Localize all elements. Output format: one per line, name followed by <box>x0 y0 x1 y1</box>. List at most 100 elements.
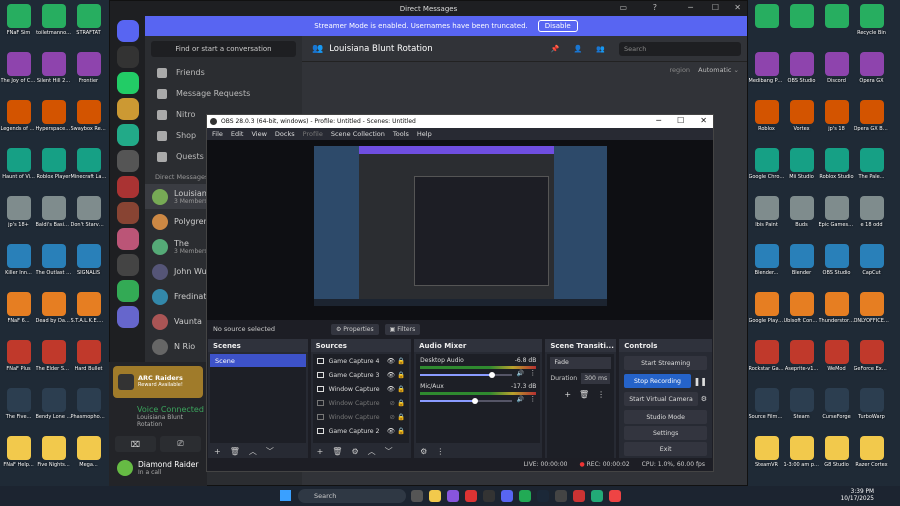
desktop-icon[interactable]: Rockstar Games... <box>748 336 785 384</box>
add-icon[interactable]: + <box>214 447 221 456</box>
minimize-icon[interactable]: ─ <box>656 116 661 125</box>
desktop-icon[interactable]: Discord <box>818 48 855 96</box>
taskbar-search[interactable]: Search <box>298 489 406 503</box>
volume-knob[interactable] <box>488 372 495 378</box>
more-icon[interactable]: ⋮ <box>529 369 536 377</box>
maximize-icon[interactable]: ☐ <box>712 3 719 12</box>
more-icon[interactable]: ⋮ <box>436 447 444 456</box>
source-item[interactable]: Window Capture ⊘ 🔒 <box>313 410 410 424</box>
desktop-icon[interactable]: Hard Bullet <box>70 336 107 384</box>
desktop-icon[interactable]: Source Filmmaker <box>748 384 785 432</box>
menu-item[interactable]: Profile <box>303 130 323 138</box>
opera-icon[interactable] <box>465 490 477 502</box>
promo-card[interactable]: ARC Raiders Reward Available! <box>113 366 203 398</box>
desktop-icon[interactable]: FNaF 6... <box>0 288 37 336</box>
more-icon[interactable]: ⋮ <box>597 390 605 399</box>
chevron-down-icon[interactable]: ﹀ <box>385 446 393 457</box>
visibility-icon[interactable]: 👁 🔒 <box>387 357 405 365</box>
source-item[interactable]: Window Capture ⊘ 🔒 <box>313 396 410 410</box>
desktop-icon[interactable]: Roblox Player <box>35 144 72 192</box>
nav-friends[interactable]: Friends <box>145 62 302 83</box>
desktop-icon[interactable] <box>818 0 855 48</box>
desktop-icon[interactable]: jp's 18 <box>818 96 855 144</box>
desktop-icon[interactable]: The Five... <box>0 384 37 432</box>
steam-icon[interactable] <box>537 490 549 502</box>
pause-icon[interactable]: ❚❚ <box>694 377 707 386</box>
menu-item[interactable]: Help <box>417 130 432 138</box>
desktop-icon[interactable]: Blender... <box>748 240 785 288</box>
desktop-icon[interactable]: Haunt of Vi... <box>0 144 37 192</box>
desktop-icon[interactable]: jp's 18+ <box>0 192 37 240</box>
desktop-icon[interactable]: CurseForge <box>818 384 855 432</box>
stop-recording-button[interactable]: Stop Recording <box>624 374 691 388</box>
trash-icon[interactable]: 🗑 <box>579 390 589 399</box>
desktop-icon[interactable]: Legends of Grotesque <box>0 96 37 144</box>
desktop-icon[interactable]: FNaF Help... <box>0 432 37 480</box>
server-icon[interactable] <box>116 202 139 224</box>
task-view-icon[interactable] <box>411 490 423 502</box>
desktop-icon[interactable]: Blender <box>783 240 820 288</box>
desktop-icon[interactable]: 1-3:00 am print <box>783 432 820 480</box>
speaker-icon[interactable]: 🔊 <box>517 396 524 403</box>
desktop-icon[interactable]: Killer Inn... <box>0 240 37 288</box>
desktop-icon[interactable]: Mii Studio <box>783 144 820 192</box>
chevron-up-icon[interactable]: ︿ <box>368 446 376 457</box>
desktop-icon[interactable]: Swaybox Reality <box>70 96 107 144</box>
desktop-icon[interactable]: STRAFTAT <box>70 0 107 48</box>
desktop-icon[interactable]: Dead by Daylight <box>35 288 72 336</box>
nav-message-requests[interactable]: Message Requests <box>145 83 302 104</box>
desktop-icon[interactable]: Hyperspace Golfer <box>35 96 72 144</box>
menu-item[interactable]: View <box>251 130 266 138</box>
desktop-icon[interactable]: Steam <box>783 384 820 432</box>
volume-slider[interactable] <box>420 398 512 404</box>
desktop-icon[interactable]: Recycle Bin <box>853 0 890 48</box>
more-icon[interactable]: ⋮ <box>529 395 536 403</box>
close-icon[interactable]: ✕ <box>700 116 707 125</box>
discord-home-icon[interactable] <box>116 20 139 42</box>
server-icon[interactable] <box>116 306 139 328</box>
server-icon[interactable] <box>116 150 139 172</box>
add-icon[interactable]: + <box>564 390 571 399</box>
desktop-icon[interactable]: Medibang Paint <box>748 48 785 96</box>
server-icon[interactable] <box>116 124 139 146</box>
start-virtual-camera-button[interactable]: Start Virtual Camera <box>624 392 698 406</box>
desktop-icon[interactable]: Thunderstore Mod Mana... <box>818 288 855 336</box>
search-input[interactable]: Search <box>619 41 741 56</box>
desktop-icon[interactable]: Ubisoft Connect <box>783 288 820 336</box>
start-streaming-button[interactable]: Start Streaming <box>624 356 707 370</box>
source-item[interactable]: Game Capture 2 👁 🔒 <box>313 424 410 438</box>
properties-button[interactable]: ⚙ Properties <box>331 323 379 335</box>
add-friends-icon[interactable]: 👤 <box>574 45 583 53</box>
source-item[interactable]: Game Capture 4 👁 🔒 <box>313 354 410 368</box>
desktop-icon[interactable]: The Outlast Trials <box>35 240 72 288</box>
volume-slider[interactable] <box>420 372 512 378</box>
gear-icon[interactable]: ⚙ <box>420 447 427 456</box>
visibility-icon[interactable]: 👁 🔒 <box>387 371 405 379</box>
xbox-icon[interactable] <box>519 490 531 502</box>
desktop-icon[interactable]: toiletmanno... <box>35 0 72 48</box>
gear-icon[interactable]: ⚙ <box>351 447 358 456</box>
preview-canvas[interactable] <box>207 140 713 320</box>
members-icon[interactable]: 👥 <box>596 45 605 53</box>
desktop-icon[interactable]: Aseprite-v1... <box>783 336 820 384</box>
desktop-icon[interactable]: G8 Studio <box>818 432 855 480</box>
trash-icon[interactable]: 🗑 <box>230 447 240 456</box>
desktop-icon[interactable]: Frontier <box>70 48 107 96</box>
desktop-icon[interactable]: Silent Hill 2... <box>35 48 72 96</box>
desktop-icon[interactable]: Mega... <box>70 432 107 480</box>
server-icon[interactable] <box>116 280 139 302</box>
duration-input[interactable]: 300 ms <box>581 373 611 384</box>
app-icon[interactable] <box>591 490 603 502</box>
desktop-icon[interactable]: CapCut <box>853 240 890 288</box>
desktop-icon[interactable] <box>783 0 820 48</box>
desktop-icon[interactable]: Opera GX Browser <box>853 96 890 144</box>
desktop-icon[interactable]: Roblox Studio <box>818 144 855 192</box>
gear-icon[interactable]: ⚙ <box>701 395 707 403</box>
server-icon[interactable] <box>116 228 139 250</box>
obs-icon[interactable] <box>555 490 567 502</box>
server-icon[interactable] <box>116 254 139 276</box>
taskbar-clock[interactable]: 3:39 PM 10/17/2025 <box>841 489 874 503</box>
menu-item[interactable]: Docks <box>275 130 295 138</box>
desktop-icon[interactable]: The Elder Scrolls V <box>35 336 72 384</box>
desktop-icon[interactable]: The Joy of Creation <box>0 48 37 96</box>
